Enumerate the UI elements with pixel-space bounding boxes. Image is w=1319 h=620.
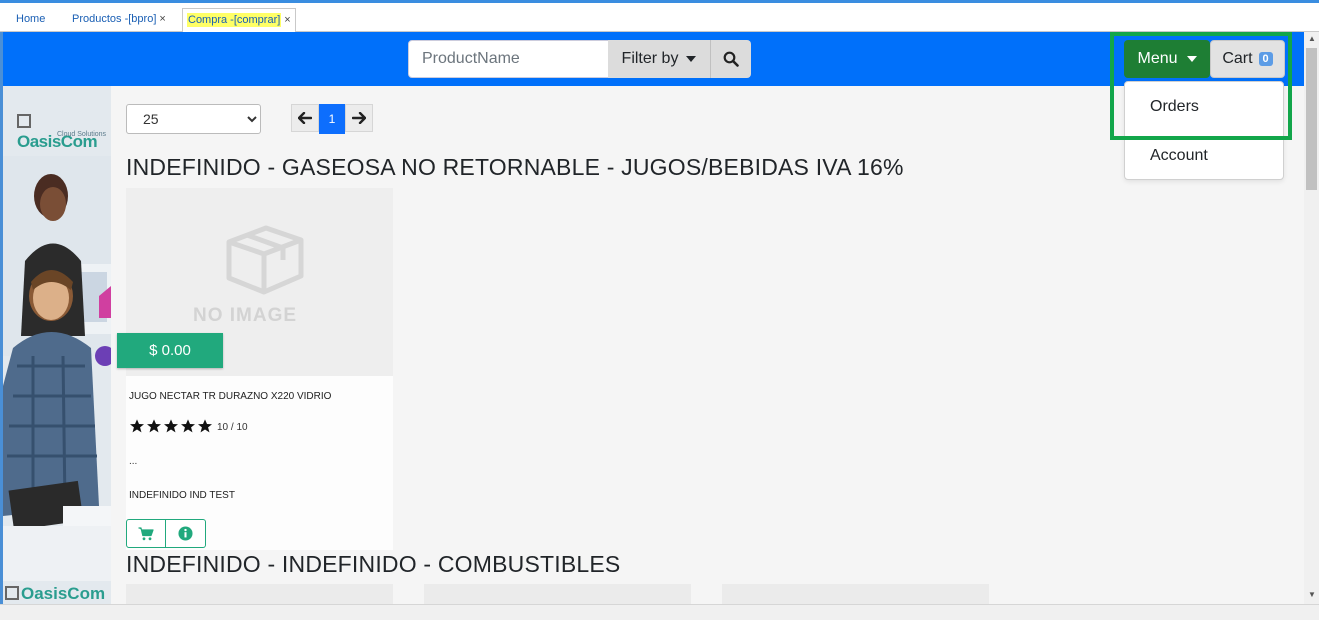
bottom-status-bar [0,604,1319,620]
product-image[interactable]: NO IMAGE $ 0.00 [117,188,393,376]
cart-button[interactable]: Cart 0 [1210,40,1285,78]
top-navbar: Filter by Menu Cart 0 [3,32,1304,86]
people-photo [3,86,111,604]
arrow-right-icon [352,112,366,124]
close-icon[interactable]: × [284,14,290,26]
scroll-down-icon[interactable]: ▼ [1308,590,1316,599]
search-button[interactable] [710,40,751,78]
side-advertisement: OasisCom Cloud Solutions OasisCom [3,86,111,604]
cart-label: Cart [1222,50,1253,67]
tab-compra[interactable]: Compra -[comprar] × [182,8,296,34]
product-brand: INDEFINIDO IND TEST [129,490,235,501]
search-icon [723,51,739,67]
rating-text: 10 / 10 [217,422,248,433]
filter-by-label: Filter by [621,50,679,67]
menu-button[interactable]: Menu [1124,40,1210,78]
vertical-scrollbar[interactable]: ▲ ▼ [1304,32,1319,604]
product-card-placeholder [126,584,393,604]
oasiscom-logo-bottom: OasisCom [5,584,105,604]
tab-home-label: Home [16,13,46,25]
product-card-placeholder [424,584,691,604]
info-icon [178,526,193,541]
star-icon [147,419,161,433]
tab-productos-label: Productos -[bpro] [72,13,157,25]
menu-label: Menu [1137,50,1178,67]
arrow-left-icon [298,112,312,124]
star-icon [181,419,195,433]
product-info-button[interactable] [166,519,206,548]
product-description: ... [129,456,138,467]
product-search-input[interactable] [408,40,609,78]
add-to-cart-button[interactable] [126,519,166,548]
filter-by-button[interactable]: Filter by [608,40,710,78]
scrollbar-thumb[interactable] [1306,48,1317,190]
star-icon [198,419,212,433]
oasiscom-logo-subtitle: Cloud Solutions [57,131,107,138]
cart-count-badge: 0 [1258,52,1273,66]
chevron-down-icon [686,56,697,62]
next-page-button[interactable] [345,104,373,132]
scroll-up-icon[interactable]: ▲ [1308,34,1316,43]
current-page-button[interactable]: 1 [319,104,345,134]
star-icon [130,419,144,433]
tab-home[interactable]: Home [10,8,51,34]
product-card: NO IMAGE $ 0.00 JUGO NECTAR TR DURAZNO X… [117,188,393,550]
page-size-select[interactable]: 25 [126,104,261,134]
category-title: INDEFINIDO - INDEFINIDO - COMBUSTIBLES [126,551,621,577]
star-icon [164,419,178,433]
pagination: 1 [291,104,373,134]
category-title: INDEFINIDO - GASEOSA NO RETORNABLE - JUG… [126,154,904,180]
prev-page-button[interactable] [291,104,319,132]
main-content: OasisCom Cloud Solutions OasisCom 25 1 I… [3,86,1304,604]
app-tab-strip: Home Productos -[bpro] × Compra -[comprar… [0,0,1319,34]
menu-item-orders[interactable]: Orders [1150,98,1199,116]
tab-productos[interactable]: Productos -[bpro] × [66,8,172,34]
box-icon [226,225,304,295]
menu-dropdown: Orders Account [1124,81,1284,180]
tab-compra-label: Compra -[comprar] [187,13,282,27]
price-tag: $ 0.00 [117,333,223,368]
close-icon[interactable]: × [159,13,165,25]
product-rating: 10 / 10 [129,418,248,434]
product-name: JUGO NECTAR TR DURAZNO X220 VIDRIO [129,391,332,402]
chevron-down-icon [1186,56,1197,62]
no-image-text: NO IMAGE [193,305,298,326]
menu-item-account[interactable]: Account [1150,147,1208,165]
product-actions [126,519,206,548]
product-card-placeholder [722,584,989,604]
cart-icon [138,526,154,540]
